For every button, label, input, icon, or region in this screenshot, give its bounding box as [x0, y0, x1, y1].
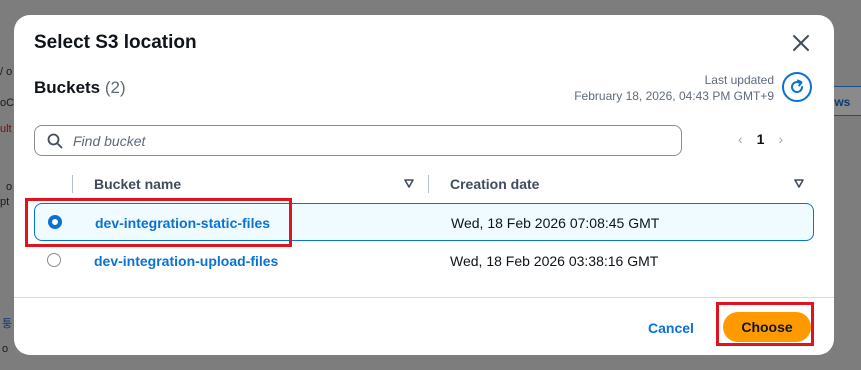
current-page[interactable]: 1 [757, 131, 765, 147]
highlight-box-selected-bucket [25, 198, 292, 247]
previous-page-button[interactable]: ‹ [738, 131, 743, 147]
column-divider [428, 175, 429, 193]
buckets-count: (2) [104, 78, 126, 97]
background-text: 퉁 [2, 318, 13, 330]
search-field[interactable] [34, 125, 682, 156]
row-radio[interactable] [47, 253, 61, 267]
pagination: ‹ 1 › [738, 131, 783, 147]
bucket-name-link[interactable]: dev-integration-upload-files [94, 253, 278, 269]
highlight-box-choose-button [716, 302, 814, 346]
background-text: / o [0, 66, 13, 78]
background-text: o [6, 181, 13, 193]
last-updated: Last updated February 18, 2026, 04:43 PM… [574, 72, 774, 104]
last-updated-value: February 18, 2026, 04:43 PM GMT+9 [574, 89, 774, 103]
creation-date: Wed, 18 Feb 2026 03:38:16 GMT [450, 253, 659, 269]
search-icon [47, 133, 63, 148]
column-header-creation-date[interactable]: Creation date [450, 172, 539, 196]
refresh-icon [791, 79, 804, 93]
close-icon[interactable] [790, 32, 812, 54]
search-input[interactable] [71, 131, 635, 150]
refresh-button[interactable] [782, 72, 812, 102]
select-s3-location-modal: Select S3 location Buckets (2) Last upda… [14, 15, 834, 355]
background-text: o [2, 343, 9, 355]
background-text: pt [0, 196, 10, 208]
modal-title: Select S3 location [34, 32, 197, 53]
column-divider [72, 175, 73, 193]
footer-divider [14, 297, 834, 298]
background-text: ult [0, 123, 12, 135]
table-row[interactable]: dev-integration-upload-files Wed, 18 Feb… [34, 242, 814, 280]
buckets-heading: Buckets (2) [34, 78, 126, 98]
background-text: oC [0, 97, 15, 109]
sort-down-icon[interactable] [794, 179, 804, 188]
next-page-button[interactable]: › [778, 131, 783, 147]
cancel-button[interactable]: Cancel [648, 320, 694, 336]
buckets-label: Buckets [34, 78, 101, 97]
last-updated-label: Last updated [704, 73, 774, 87]
creation-date: Wed, 18 Feb 2026 07:08:45 GMT [451, 215, 660, 231]
sort-down-icon[interactable] [404, 179, 414, 188]
column-header-bucket-name[interactable]: Bucket name [94, 172, 181, 196]
